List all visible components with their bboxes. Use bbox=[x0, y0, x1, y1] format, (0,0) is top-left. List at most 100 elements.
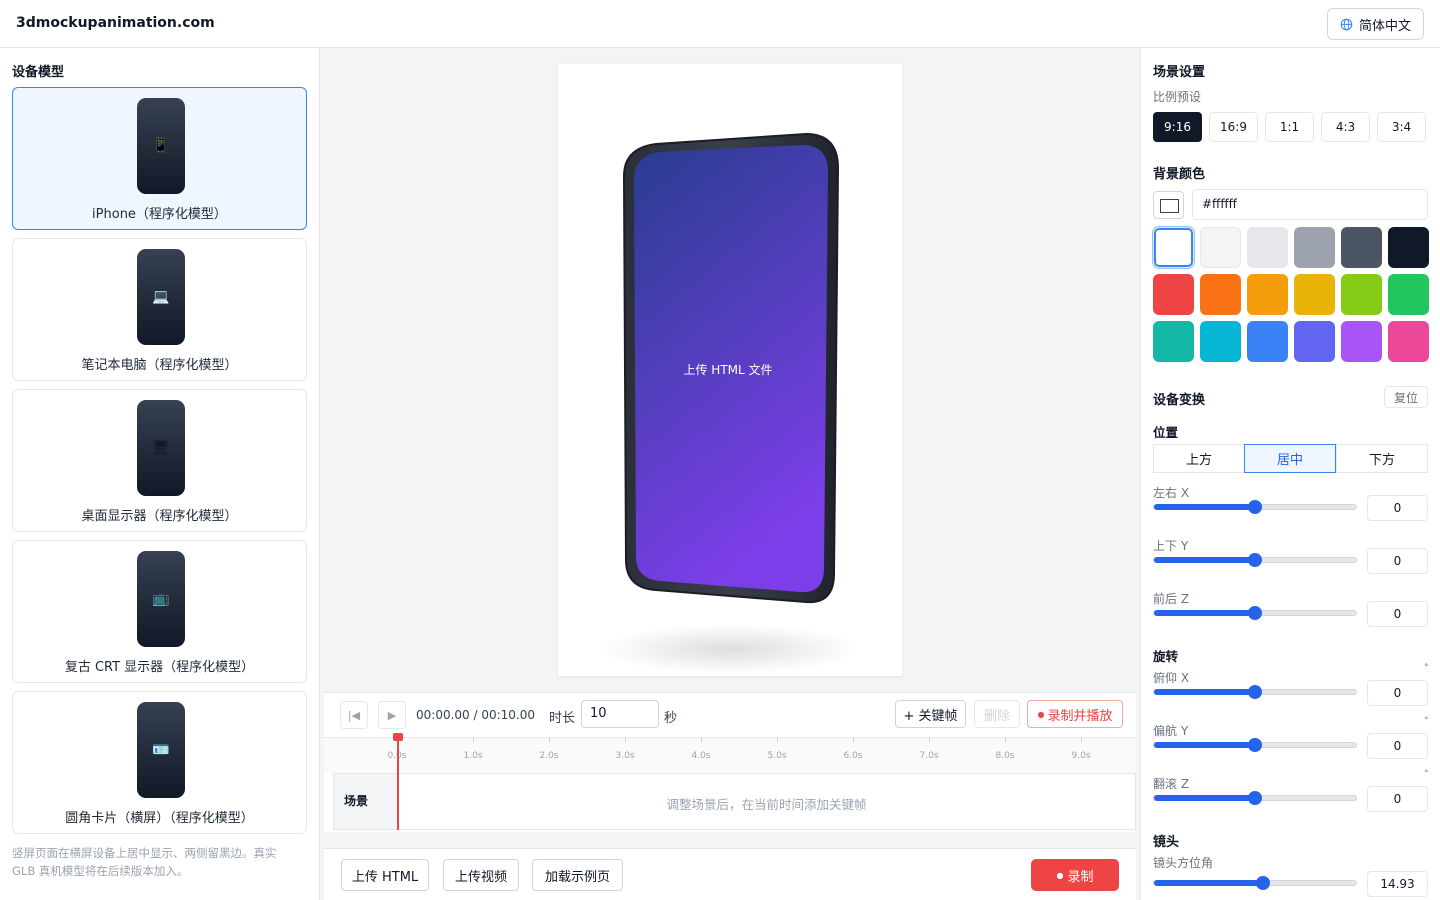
color-swatch[interactable] bbox=[1388, 274, 1429, 315]
language-button[interactable]: 简体中文 bbox=[1326, 8, 1424, 40]
playhead-handle[interactable] bbox=[393, 733, 403, 741]
transform-slider[interactable] bbox=[1153, 791, 1357, 805]
slider-handle[interactable] bbox=[1248, 738, 1262, 752]
color-swatch[interactable] bbox=[1341, 227, 1382, 268]
slider-handle[interactable] bbox=[1248, 553, 1262, 567]
ruler-tick bbox=[1005, 738, 1006, 743]
duration-label: 时长 bbox=[549, 711, 576, 726]
ruler-tick bbox=[929, 738, 930, 743]
device-card-iphone[interactable]: 📱 iPhone（程序化模型） bbox=[12, 87, 307, 230]
ratio-button[interactable]: 3:4 bbox=[1377, 112, 1426, 142]
ruler-tick bbox=[625, 738, 626, 743]
color-swatch[interactable] bbox=[1341, 321, 1382, 362]
slider-label: 翻滚 Z bbox=[1153, 777, 1190, 791]
load-example-button[interactable]: 加载示例页 bbox=[532, 859, 623, 891]
transform-slider[interactable] bbox=[1153, 553, 1357, 567]
preview-canvas[interactable]: 上传 HTML 文件 bbox=[558, 64, 902, 676]
position-title: 位置 bbox=[1153, 425, 1179, 440]
ruler-tick bbox=[1081, 738, 1082, 743]
slider-handle[interactable] bbox=[1248, 606, 1262, 620]
ruler-tick-label: 9.0s bbox=[1071, 751, 1091, 761]
slider-value-input[interactable]: 0 bbox=[1367, 495, 1428, 521]
transform-slider[interactable] bbox=[1153, 500, 1357, 514]
slider-handle[interactable] bbox=[1248, 791, 1262, 805]
transform-slider[interactable] bbox=[1153, 738, 1357, 752]
play-button[interactable]: ▶ bbox=[378, 701, 406, 729]
slider-value-input[interactable]: 0 bbox=[1367, 680, 1428, 706]
color-swatch[interactable] bbox=[1153, 321, 1194, 362]
slider-value-input[interactable]: 0 bbox=[1367, 548, 1428, 574]
color-swatch[interactable] bbox=[1247, 321, 1288, 362]
device-card-label: 复古 CRT 显示器（程序化模型） bbox=[64, 660, 255, 675]
track-label: 场景 bbox=[334, 774, 398, 829]
slider-handle[interactable] bbox=[1248, 500, 1262, 514]
background-hex-input[interactable]: #ffffff bbox=[1192, 189, 1428, 220]
ruler-tick bbox=[549, 738, 550, 743]
color-swatch[interactable] bbox=[1200, 227, 1241, 268]
position-option[interactable]: 上方 bbox=[1153, 444, 1245, 473]
play-icon: ▶ bbox=[387, 708, 397, 722]
device-card-crt-monitor[interactable]: 📺 复古 CRT 显示器（程序化模型） bbox=[12, 540, 307, 683]
delete-keyframe-button[interactable]: 删除 bbox=[974, 700, 1020, 728]
add-keyframe-button[interactable]: + 关键帧 bbox=[895, 700, 966, 728]
ruler-tick bbox=[777, 738, 778, 743]
upload-video-button[interactable]: 上传视频 bbox=[443, 859, 519, 891]
ruler-tick bbox=[853, 738, 854, 743]
slider-value-input[interactable]: 0 bbox=[1367, 786, 1428, 812]
ratio-button[interactable]: 16:9 bbox=[1209, 112, 1258, 142]
color-picker-button[interactable] bbox=[1153, 191, 1184, 219]
device-card-rounded-card[interactable]: 🪪 圆角卡片（横屏）（程序化模型） bbox=[12, 691, 307, 834]
ruler-tick-label: 1.0s bbox=[463, 751, 483, 761]
color-swatch[interactable] bbox=[1294, 274, 1335, 315]
device-transform-title: 设备变换 bbox=[1153, 393, 1206, 408]
bottom-toolbar: 上传 HTML 上传视频 加载示例页 ● 录制 bbox=[324, 848, 1136, 900]
upload-html-button[interactable]: 上传 HTML bbox=[341, 859, 429, 891]
brand-title: 3dmockupanimation.com bbox=[16, 15, 215, 31]
device-note: 竖屏页面在横屏设备上居中显示、两侧留黑边。真实 GLB 真机模型将在后续版本加入… bbox=[12, 846, 277, 878]
skip-back-icon: |◀ bbox=[347, 708, 361, 722]
ratio-button[interactable]: 1:1 bbox=[1265, 112, 1314, 142]
reset-transform-button[interactable]: 复位 bbox=[1384, 386, 1428, 408]
ruler-tick-label: 6.0s bbox=[843, 751, 863, 761]
color-swatch[interactable] bbox=[1153, 227, 1194, 268]
screen-placeholder-text: 上传 HTML 文件 bbox=[683, 362, 772, 377]
color-swatch[interactable] bbox=[1388, 227, 1429, 268]
ratio-button[interactable]: 9:16 bbox=[1153, 112, 1202, 142]
language-label: 简体中文 bbox=[1358, 18, 1411, 34]
scene-track[interactable]: 场景 调整场景后，在当前时间添加关键帧 bbox=[333, 773, 1136, 830]
ruler-tick bbox=[473, 738, 474, 743]
device-card-label: 圆角卡片（横屏）（程序化模型） bbox=[65, 811, 254, 826]
timeline-ruler[interactable]: 0.0s1.0s2.0s3.0s4.0s5.0s6.0s7.0s8.0s9.0s bbox=[324, 737, 1136, 773]
slider-value-input[interactable]: 0 bbox=[1367, 601, 1428, 627]
skip-to-start-button[interactable]: |◀ bbox=[340, 701, 368, 729]
record-button[interactable]: ● 录制 bbox=[1031, 859, 1119, 891]
slider-value-input[interactable]: 0 bbox=[1367, 733, 1428, 759]
color-swatch[interactable] bbox=[1200, 274, 1241, 315]
degree-unit: ° bbox=[1424, 716, 1429, 726]
color-swatch[interactable] bbox=[1341, 274, 1382, 315]
color-swatch[interactable] bbox=[1247, 274, 1288, 315]
camera-azimuth-slider[interactable] bbox=[1153, 876, 1357, 890]
color-swatch[interactable] bbox=[1294, 227, 1335, 268]
device-card-desktop-monitor[interactable]: 🖥 桌面显示器（程序化模型） bbox=[12, 389, 307, 532]
playhead[interactable] bbox=[397, 737, 399, 830]
position-option[interactable]: 下方 bbox=[1336, 444, 1428, 473]
camera-azimuth-input[interactable]: 14.93 bbox=[1367, 871, 1428, 897]
color-swatch[interactable] bbox=[1153, 274, 1194, 315]
color-swatch[interactable] bbox=[1294, 321, 1335, 362]
duration-input[interactable]: 10 bbox=[581, 700, 659, 728]
position-option[interactable]: 居中 bbox=[1244, 444, 1336, 473]
color-swatch[interactable] bbox=[1388, 321, 1429, 362]
device-card-laptop[interactable]: 💻 笔记本电脑（程序化模型） bbox=[12, 238, 307, 381]
color-swatch[interactable] bbox=[1247, 227, 1288, 268]
slider-handle[interactable] bbox=[1256, 876, 1271, 890]
id-card-thumbnail-icon: 🪪 bbox=[137, 702, 185, 798]
background-color-title: 背景颜色 bbox=[1153, 167, 1206, 182]
color-swatch[interactable] bbox=[1200, 321, 1241, 362]
transform-slider[interactable] bbox=[1153, 685, 1357, 699]
record-and-play-button[interactable]: ● 录制并播放 bbox=[1027, 700, 1123, 728]
ratio-button[interactable]: 4:3 bbox=[1321, 112, 1370, 142]
transform-slider[interactable] bbox=[1153, 606, 1357, 620]
slider-label: 俯仰 X bbox=[1153, 671, 1190, 685]
slider-handle[interactable] bbox=[1248, 685, 1262, 699]
